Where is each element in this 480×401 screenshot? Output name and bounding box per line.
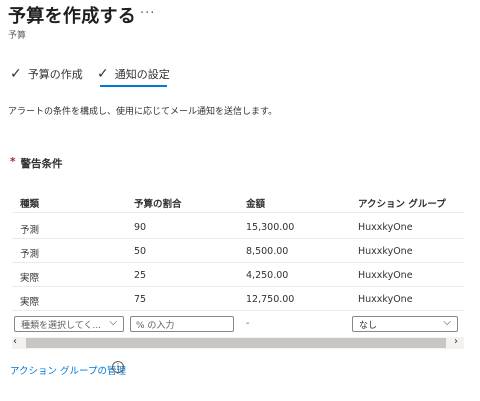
step-create-budget[interactable]: ✓ 予算の作成 bbox=[10, 64, 83, 84]
step-set-notifications[interactable]: ✓ 通知の設定 bbox=[97, 64, 170, 84]
page-subtitle: 予算 bbox=[8, 31, 27, 41]
row-divider bbox=[12, 262, 464, 263]
info-icon[interactable]: i bbox=[112, 361, 124, 373]
cell-percent: 50 bbox=[134, 246, 147, 257]
scrollbar-thumb[interactable] bbox=[26, 338, 446, 348]
type-select[interactable]: 種類を選択してく... ⌵ bbox=[14, 316, 124, 332]
cell-type: 実際 bbox=[20, 297, 40, 308]
row-divider bbox=[12, 286, 464, 287]
action-group-select[interactable]: なし ⌵ bbox=[352, 316, 458, 332]
cell-type: 実際 bbox=[20, 273, 40, 284]
cell-action-group: HuxxkyOne bbox=[358, 222, 413, 233]
section-title-text: 警告条件 bbox=[20, 158, 63, 170]
header-divider bbox=[12, 212, 464, 213]
chevron-down-icon: ⌵ bbox=[109, 317, 117, 328]
required-mark: * bbox=[10, 156, 16, 168]
description-text: アラートの条件を構成し、使用に応じてメール通知を送信します。 bbox=[8, 107, 278, 117]
cell-percent: 25 bbox=[134, 270, 147, 281]
cell-action-group: HuxxkyOne bbox=[358, 294, 413, 305]
checkmark-icon: ✓ bbox=[10, 66, 22, 82]
checkmark-icon: ✓ bbox=[97, 66, 109, 82]
scroll-left-icon[interactable]: ‹ bbox=[13, 336, 17, 347]
cell-amount: 4,250.00 bbox=[246, 270, 289, 281]
manage-action-groups-link[interactable]: アクション グループの管理 bbox=[10, 363, 126, 377]
percent-input[interactable]: % の入力 bbox=[130, 316, 234, 332]
cell-action-group: HuxxkyOne bbox=[358, 246, 413, 257]
cell-amount: 15,300.00 bbox=[246, 222, 295, 233]
step-label: 予算の作成 bbox=[27, 68, 83, 81]
new-row-amount: - bbox=[246, 318, 250, 329]
chevron-down-icon: ⌵ bbox=[443, 317, 451, 328]
cell-amount: 8,500.00 bbox=[246, 246, 289, 257]
cell-type: 予測 bbox=[20, 225, 40, 236]
column-header-type: 種類 bbox=[20, 199, 40, 210]
type-select-placeholder: 種類を選択してく... bbox=[21, 320, 102, 331]
row-divider bbox=[12, 238, 464, 239]
step-label: 通知の設定 bbox=[114, 68, 170, 81]
column-header-percent: 予算の割合 bbox=[134, 199, 182, 210]
column-header-amount: 金額 bbox=[246, 199, 266, 210]
column-header-action-group: アクション グループ bbox=[358, 199, 446, 210]
page-title: 予算を作成する bbox=[8, 6, 137, 27]
row-divider bbox=[12, 310, 464, 311]
section-title: * 警告条件 bbox=[10, 156, 63, 171]
cell-percent: 90 bbox=[134, 222, 147, 233]
cell-percent: 75 bbox=[134, 294, 147, 305]
percent-input-placeholder: % の入力 bbox=[136, 320, 175, 331]
cell-type: 予測 bbox=[20, 249, 40, 260]
action-group-select-value: なし bbox=[359, 320, 378, 331]
cell-amount: 12,750.00 bbox=[246, 294, 295, 305]
active-step-indicator bbox=[100, 85, 167, 87]
scroll-right-icon[interactable]: › bbox=[454, 336, 458, 347]
more-options-icon[interactable]: ··· bbox=[140, 6, 155, 21]
cell-action-group: HuxxkyOne bbox=[358, 270, 413, 281]
